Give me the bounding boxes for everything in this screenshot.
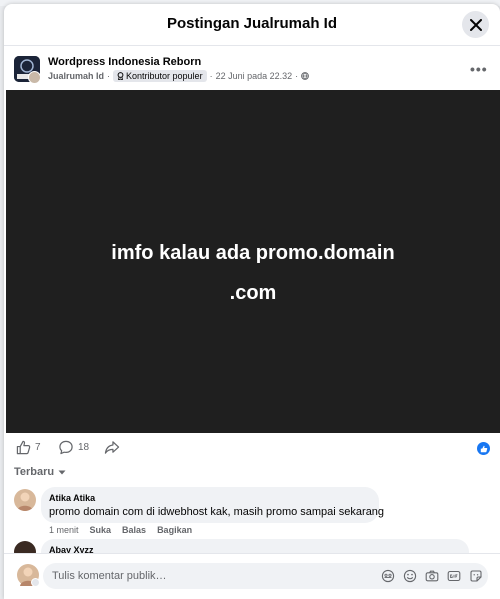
group-name-link[interactable]: Wordpress Indonesia Reborn — [48, 56, 201, 68]
comment-time[interactable]: 1 menit — [49, 525, 79, 535]
globe-icon — [301, 72, 310, 80]
contributor-badge: Kontributor populer — [113, 70, 207, 82]
author-avatar[interactable] — [28, 71, 41, 84]
post-text-line: .com — [229, 282, 277, 304]
post-timestamp[interactable]: 22 Juni pada 22.32 — [216, 71, 293, 81]
author-link[interactable]: Jualrumah Id — [48, 71, 104, 81]
comment-count: 18 — [78, 442, 90, 453]
emoji-icon[interactable] — [403, 569, 417, 583]
caret-down-icon — [58, 470, 66, 474]
comment-bubble: Atika Atika promo domain com di idwebhos… — [41, 487, 385, 523]
modal-header: Postingan Jualrumah Id — [4, 4, 500, 46]
gif-icon[interactable] — [447, 569, 461, 583]
share-button[interactable] — [104, 440, 120, 455]
post-text-line: imfo kalau ada promo.domain — [111, 242, 395, 264]
comment-text: promo domain com di idwebhost kak, masih… — [49, 506, 385, 518]
commenter-avatar[interactable] — [14, 489, 36, 511]
comment-composer — [4, 553, 500, 599]
comment-input-container — [43, 563, 488, 589]
post-modal: Postingan Jualrumah Id Wordpress Indones… — [4, 4, 500, 599]
profile-switch-indicator[interactable] — [31, 578, 40, 587]
more-options-button[interactable]: ••• — [470, 61, 488, 77]
post-content: imfo kalau ada promo.domain .com — [6, 90, 500, 433]
post-meta: Jualrumah Id · Kontributor populer · 22 … — [48, 70, 310, 82]
comment-sort-dropdown[interactable]: Terbaru — [14, 466, 66, 478]
badge-icon — [117, 72, 124, 80]
person-icon — [17, 492, 33, 511]
meta-separator: · — [209, 71, 213, 81]
comment-share-link[interactable]: Bagikan — [157, 525, 192, 535]
badge-label: Kontributor populer — [126, 71, 203, 81]
post-header: Wordpress Indonesia Reborn Jualrumah Id … — [4, 46, 500, 94]
camera-icon[interactable] — [425, 569, 439, 583]
close-icon — [469, 18, 482, 31]
modal-title: Postingan Jualrumah Id — [166, 15, 338, 32]
comment-actions: 1 menit Suka Balas Bagikan — [49, 525, 192, 535]
post-text: imfo kalau ada promo.domain .com — [6, 233, 500, 313]
meta-separator: · — [107, 71, 111, 81]
comment-button[interactable]: 18 — [58, 440, 89, 455]
share-icon — [104, 441, 120, 454]
commenter-name[interactable]: Atika Atika — [49, 493, 379, 503]
comment-reply-link[interactable]: Balas — [122, 525, 146, 535]
sort-label: Terbaru — [14, 466, 55, 478]
avatar-sticker-icon[interactable] — [381, 569, 395, 583]
thumbs-up-icon — [480, 445, 487, 452]
sticker-icon[interactable] — [469, 569, 483, 583]
post-actions: 7 18 — [4, 434, 500, 462]
thumbs-up-icon — [16, 440, 31, 455]
like-button[interactable]: 7 — [16, 440, 41, 455]
close-button[interactable] — [462, 11, 489, 38]
meta-separator: · — [295, 71, 299, 81]
comment-icon — [59, 440, 73, 455]
comment-like-link[interactable]: Suka — [90, 525, 112, 535]
comment-input[interactable] — [52, 568, 362, 584]
reaction-like-indicator[interactable] — [477, 442, 490, 455]
like-count: 7 — [35, 442, 41, 453]
